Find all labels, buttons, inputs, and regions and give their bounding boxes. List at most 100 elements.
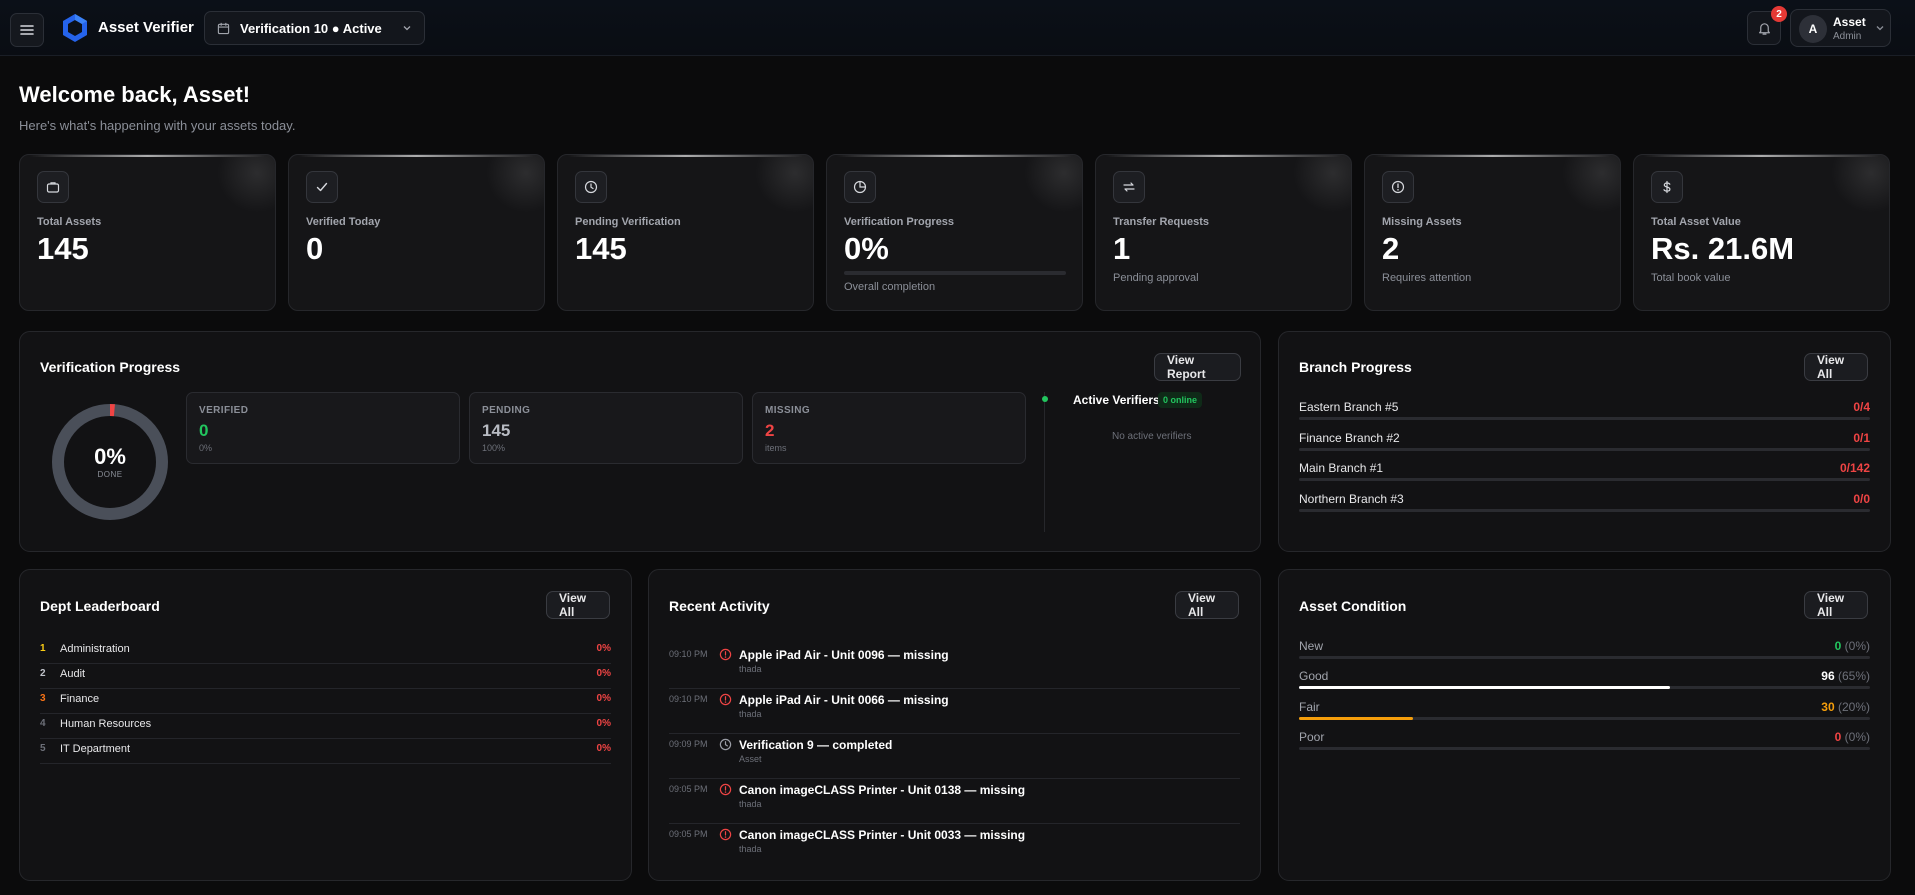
activity-time: 09:05 PM (669, 829, 708, 839)
active-verifiers-title: Active Verifiers (1073, 393, 1160, 407)
activity-time: 09:09 PM (669, 739, 708, 749)
rank: 1 (40, 643, 46, 654)
leaderboard-row[interactable]: 1 Administration 0% (40, 639, 611, 664)
branch-row[interactable]: Finance Branch #2 0/1 (1299, 431, 1870, 461)
stat-label: Pending Verification (575, 216, 681, 228)
stat-label: Missing Assets (1382, 216, 1462, 228)
stat-card-total-asset-value[interactable]: Total Asset Value Rs. 21.6M Total book v… (1633, 154, 1890, 311)
menu-button[interactable] (10, 13, 44, 47)
activity-row[interactable]: 09:10 PM Apple iPad Air - Unit 0096 — mi… (669, 644, 1240, 689)
stat-sub: Requires attention (1382, 272, 1472, 284)
stat-card-pending-verification[interactable]: Pending Verification 145 (557, 154, 814, 311)
panel-title: Asset Condition (1299, 598, 1407, 614)
alert-circle-icon (719, 783, 732, 796)
dept-percent: 0% (596, 668, 611, 679)
verification-selector[interactable]: Verification 10 ● Active (204, 11, 425, 45)
condition-value: 96 (65%) (1821, 669, 1870, 683)
page-subtitle: Here's what's happening with your assets… (19, 118, 296, 133)
pending-stat-card: PENDING 145 100% (469, 392, 743, 464)
condition-value: 0 (0%) (1835, 730, 1870, 744)
activity-time: 09:05 PM (669, 784, 708, 794)
activity-row[interactable]: 09:05 PM Canon imageCLASS Printer - Unit… (669, 824, 1240, 869)
activity-title: Canon imageCLASS Printer - Unit 0033 — m… (739, 828, 1026, 842)
hamburger-icon (20, 25, 34, 35)
rank: 4 (40, 718, 46, 729)
stat-value: 145 (482, 421, 511, 440)
stat-label: Transfer Requests (1113, 216, 1209, 228)
verification-selector-label: Verification 10 ● Active (240, 20, 382, 36)
panel-title: Recent Activity (669, 598, 770, 614)
activity-row[interactable]: 09:09 PM Verification 9 — completed Asse… (669, 734, 1240, 779)
condition-row[interactable]: Poor 0 (0%) (1299, 730, 1870, 760)
condition-name: Good (1299, 669, 1329, 683)
clock-icon (719, 738, 732, 751)
condition-percent: (0%) (1844, 639, 1870, 653)
stat-value: 145 (37, 231, 89, 266)
branch-row[interactable]: Northern Branch #3 0/0 (1299, 492, 1870, 522)
branch-name: Northern Branch #3 (1299, 492, 1404, 506)
stat-card-transfer-requests[interactable]: Transfer Requests 1 Pending approval (1095, 154, 1352, 311)
stat-sub: Overall completion (844, 281, 936, 293)
activity-user: Asset (739, 754, 762, 764)
activity-row[interactable]: 09:10 PM Apple iPad Air - Unit 0066 — mi… (669, 689, 1240, 734)
branch-row[interactable]: Main Branch #1 0/142 (1299, 461, 1870, 491)
activity-title: Verification 9 — completed (739, 738, 893, 752)
stat-sub: Pending approval (1113, 272, 1199, 284)
recent-activity-panel: Recent Activity View All 09:10 PM Apple … (648, 569, 1261, 881)
activity-title: Apple iPad Air - Unit 0066 — missing (739, 693, 949, 707)
avatar: A (1799, 15, 1827, 43)
leaderboard-row[interactable]: 4 Human Resources 0% (40, 714, 611, 739)
stat-card-total-assets[interactable]: Total Assets 145 (19, 154, 276, 311)
condition-bar (1299, 747, 1870, 750)
activity-title: Apple iPad Air - Unit 0096 — missing (739, 648, 949, 662)
calendar-icon (217, 22, 230, 34)
branch-row[interactable]: Eastern Branch #5 0/4 (1299, 400, 1870, 430)
branch-progress-bar (1299, 478, 1870, 481)
stat-card-missing-assets[interactable]: Missing Assets 2 Requires attention (1364, 154, 1621, 311)
condition-row[interactable]: New 0 (0%) (1299, 639, 1870, 669)
condition-value: 30 (20%) (1821, 700, 1870, 714)
dept-name: Finance (60, 693, 100, 705)
user-menu[interactable]: A Asset Admin (1790, 9, 1891, 47)
missing-stat-card: MISSING 2 items (752, 392, 1026, 464)
view-report-button[interactable]: View Report (1154, 353, 1241, 381)
branch-name: Main Branch #1 (1299, 461, 1384, 475)
page-title: Welcome back, Asset! (19, 82, 251, 107)
divider (1044, 392, 1045, 532)
app-logo-icon (63, 14, 87, 42)
alert-circle-icon (1382, 171, 1414, 203)
dept-name: Human Resources (60, 718, 152, 730)
leaderboard-row[interactable]: 2 Audit 0% (40, 664, 611, 689)
dollar-icon (1651, 171, 1683, 203)
view-all-button[interactable]: View All (546, 591, 610, 619)
view-all-button[interactable]: View All (1804, 591, 1868, 619)
stat-value: 0 (199, 421, 209, 440)
stat-label: Verification Progress (844, 216, 955, 228)
alert-circle-icon (719, 648, 732, 661)
stat-sub: 100% (482, 443, 506, 453)
activity-time: 09:10 PM (669, 694, 708, 704)
stat-card-verified-today[interactable]: Verified Today 0 (288, 154, 545, 311)
dept-percent: 0% (596, 743, 611, 754)
condition-count: 30 (1821, 700, 1835, 714)
condition-row[interactable]: Fair 30 (20%) (1299, 700, 1870, 730)
activity-row[interactable]: 09:05 PM Canon imageCLASS Printer - Unit… (669, 779, 1240, 824)
activity-user: thada (739, 709, 762, 719)
view-all-button[interactable]: View All (1175, 591, 1239, 619)
branch-progress-bar (1299, 509, 1870, 512)
condition-row[interactable]: Good 96 (65%) (1299, 669, 1870, 699)
stat-sub: Total book value (1651, 272, 1731, 284)
leaderboard-row[interactable]: 3 Finance 0% (40, 689, 611, 714)
chevron-down-icon (403, 26, 411, 31)
panel-title: Branch Progress (1299, 359, 1412, 375)
stat-card-verification-progress[interactable]: Verification Progress 0% Overall complet… (826, 154, 1083, 311)
view-all-button[interactable]: View All (1804, 353, 1868, 381)
app-name: Asset Verifier (98, 19, 194, 36)
verified-stat-card: VERIFIED 0 0% (186, 392, 460, 464)
branch-value: 0/142 (1839, 461, 1870, 475)
branch-value: 0/4 (1853, 400, 1870, 414)
activity-user: thada (739, 664, 762, 674)
user-role: Admin (1833, 31, 1862, 42)
panel-title: Verification Progress (40, 359, 181, 375)
leaderboard-row[interactable]: 5 IT Department 0% (40, 739, 611, 764)
